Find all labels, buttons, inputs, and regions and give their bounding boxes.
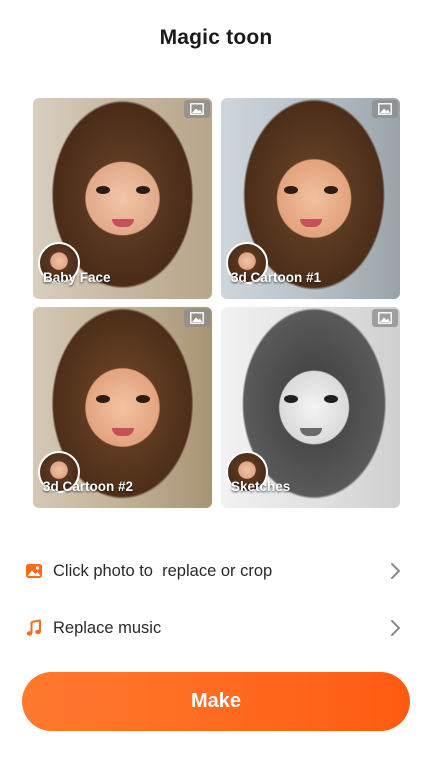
- replace-photo-label: Click photo to replace or crop: [53, 561, 273, 580]
- portrait-image: [95, 395, 150, 405]
- image-icon[interactable]: [372, 309, 398, 327]
- chevron-right-icon: [388, 619, 402, 637]
- photo-icon: [24, 561, 44, 581]
- make-button[interactable]: Make: [22, 672, 410, 731]
- chevron-right-icon: [388, 562, 402, 580]
- style-label: 3d Cartoon #2: [43, 479, 134, 494]
- style-label: Baby Face: [43, 270, 111, 285]
- style-card-3d-cartoon-2[interactable]: 3d Cartoon #2: [33, 307, 212, 508]
- style-card-baby-face[interactable]: Baby Face: [33, 98, 212, 299]
- music-note-icon: [24, 618, 44, 638]
- image-icon[interactable]: [372, 100, 398, 118]
- style-label: Sketches: [231, 479, 291, 494]
- portrait-image: [283, 186, 338, 196]
- portrait-image: [283, 395, 338, 405]
- style-card-3d-cartoon-1[interactable]: 3d Cartoon #1: [221, 98, 400, 299]
- style-label: 3d Cartoon #1: [231, 270, 322, 285]
- page-title: Magic toon: [159, 26, 273, 49]
- replace-music-row[interactable]: Replace music: [24, 612, 408, 644]
- portrait-image: [95, 186, 150, 196]
- style-card-sketches[interactable]: Sketches: [221, 307, 400, 508]
- style-grid: Baby Face 3d Cartoon #1 3d Cartoon #2 Sk…: [33, 98, 400, 508]
- image-icon[interactable]: [184, 100, 210, 118]
- image-icon[interactable]: [184, 309, 210, 327]
- replace-photo-row[interactable]: Click photo to replace or crop: [24, 555, 408, 587]
- replace-music-label: Replace music: [53, 618, 162, 637]
